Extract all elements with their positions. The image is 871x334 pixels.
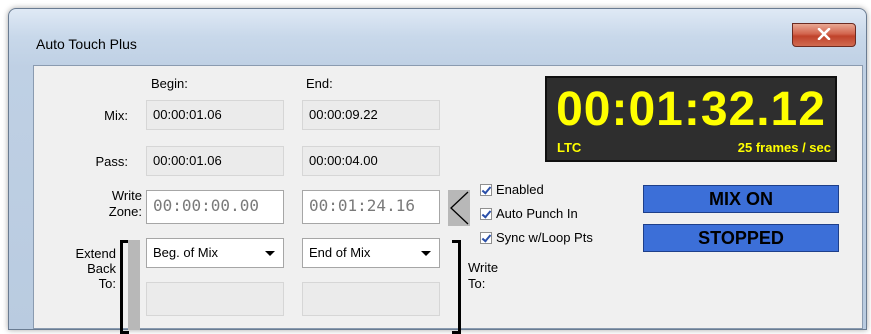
chevron-down-icon (265, 251, 275, 256)
end-header: End: (306, 76, 333, 91)
extend-back-begin-dropdown[interactable]: Beg. of Mix (146, 238, 284, 268)
write-to-bracket (452, 240, 461, 334)
transport-status-badge: STOPPED (643, 224, 839, 252)
checkbox-checked-icon (480, 183, 492, 196)
extend-back-end-value: End of Mix (309, 245, 371, 260)
zone-arrow-button[interactable] (448, 190, 470, 226)
mix-status-badge: MIX ON (643, 185, 839, 213)
checkbox-checked-icon (480, 231, 492, 244)
auto-punch-in-label: Auto Punch In (496, 206, 578, 221)
close-button[interactable] (792, 23, 856, 47)
window-title: Auto Touch Plus (36, 36, 137, 52)
auto-punch-in-checkbox[interactable]: Auto Punch In (480, 206, 578, 221)
write-to-label-line2: To: (468, 276, 486, 291)
mix-begin-field: 00:00:01.06 (146, 100, 284, 130)
enabled-label: Enabled (496, 182, 544, 197)
extend-back-bar (128, 240, 140, 330)
write-to-label-line1: Write (468, 260, 499, 275)
extend-back-end-field (302, 282, 440, 316)
close-x-icon (817, 27, 831, 43)
extend-back-label-line2: Back (87, 261, 116, 276)
extend-back-label-line3: To: (98, 276, 116, 291)
left-arrow-icon (448, 190, 470, 229)
mix-end-field: 00:00:09.22 (302, 100, 440, 130)
timecode-source: LTC (557, 140, 582, 155)
enabled-checkbox[interactable]: Enabled (480, 182, 544, 197)
begin-header: Begin: (151, 76, 188, 91)
extend-back-begin-field (146, 282, 284, 316)
timecode-value: 00:01:32.12 (556, 83, 826, 136)
checkbox-checked-icon (480, 207, 492, 220)
client-area: Begin: End: Mix: 00:00:01.06 00:00:09.22… (33, 65, 863, 334)
timecode-display: 00:01:32.12 LTC 25 frames / sec (545, 76, 837, 162)
pass-label: Pass: (95, 154, 128, 169)
extend-back-begin-value: Beg. of Mix (153, 245, 219, 260)
write-zone-label-line1: Write (111, 188, 142, 203)
sync-loop-pts-label: Sync w/Loop Pts (496, 230, 593, 245)
pass-begin-field: 00:00:01.06 (146, 146, 284, 176)
sync-loop-pts-checkbox[interactable]: Sync w/Loop Pts (480, 230, 593, 245)
extend-back-end-dropdown[interactable]: End of Mix (302, 238, 440, 268)
pass-end-field: 00:00:04.00 (302, 146, 440, 176)
auto-touch-plus-window: Auto Touch Plus Begin: End: Mix: 00:00:0… (8, 8, 867, 334)
frame-rate: 25 frames / sec (737, 140, 831, 155)
mix-label: Mix: (104, 108, 128, 123)
write-zone-end-input[interactable]: 00:01:24.16 (302, 190, 440, 224)
extend-back-label-line1: Extend (75, 246, 116, 261)
chevron-down-icon (421, 251, 431, 256)
write-zone-label-line2: Zone: (108, 204, 142, 219)
write-zone-begin-input[interactable]: 00:00:00.00 (146, 190, 284, 224)
